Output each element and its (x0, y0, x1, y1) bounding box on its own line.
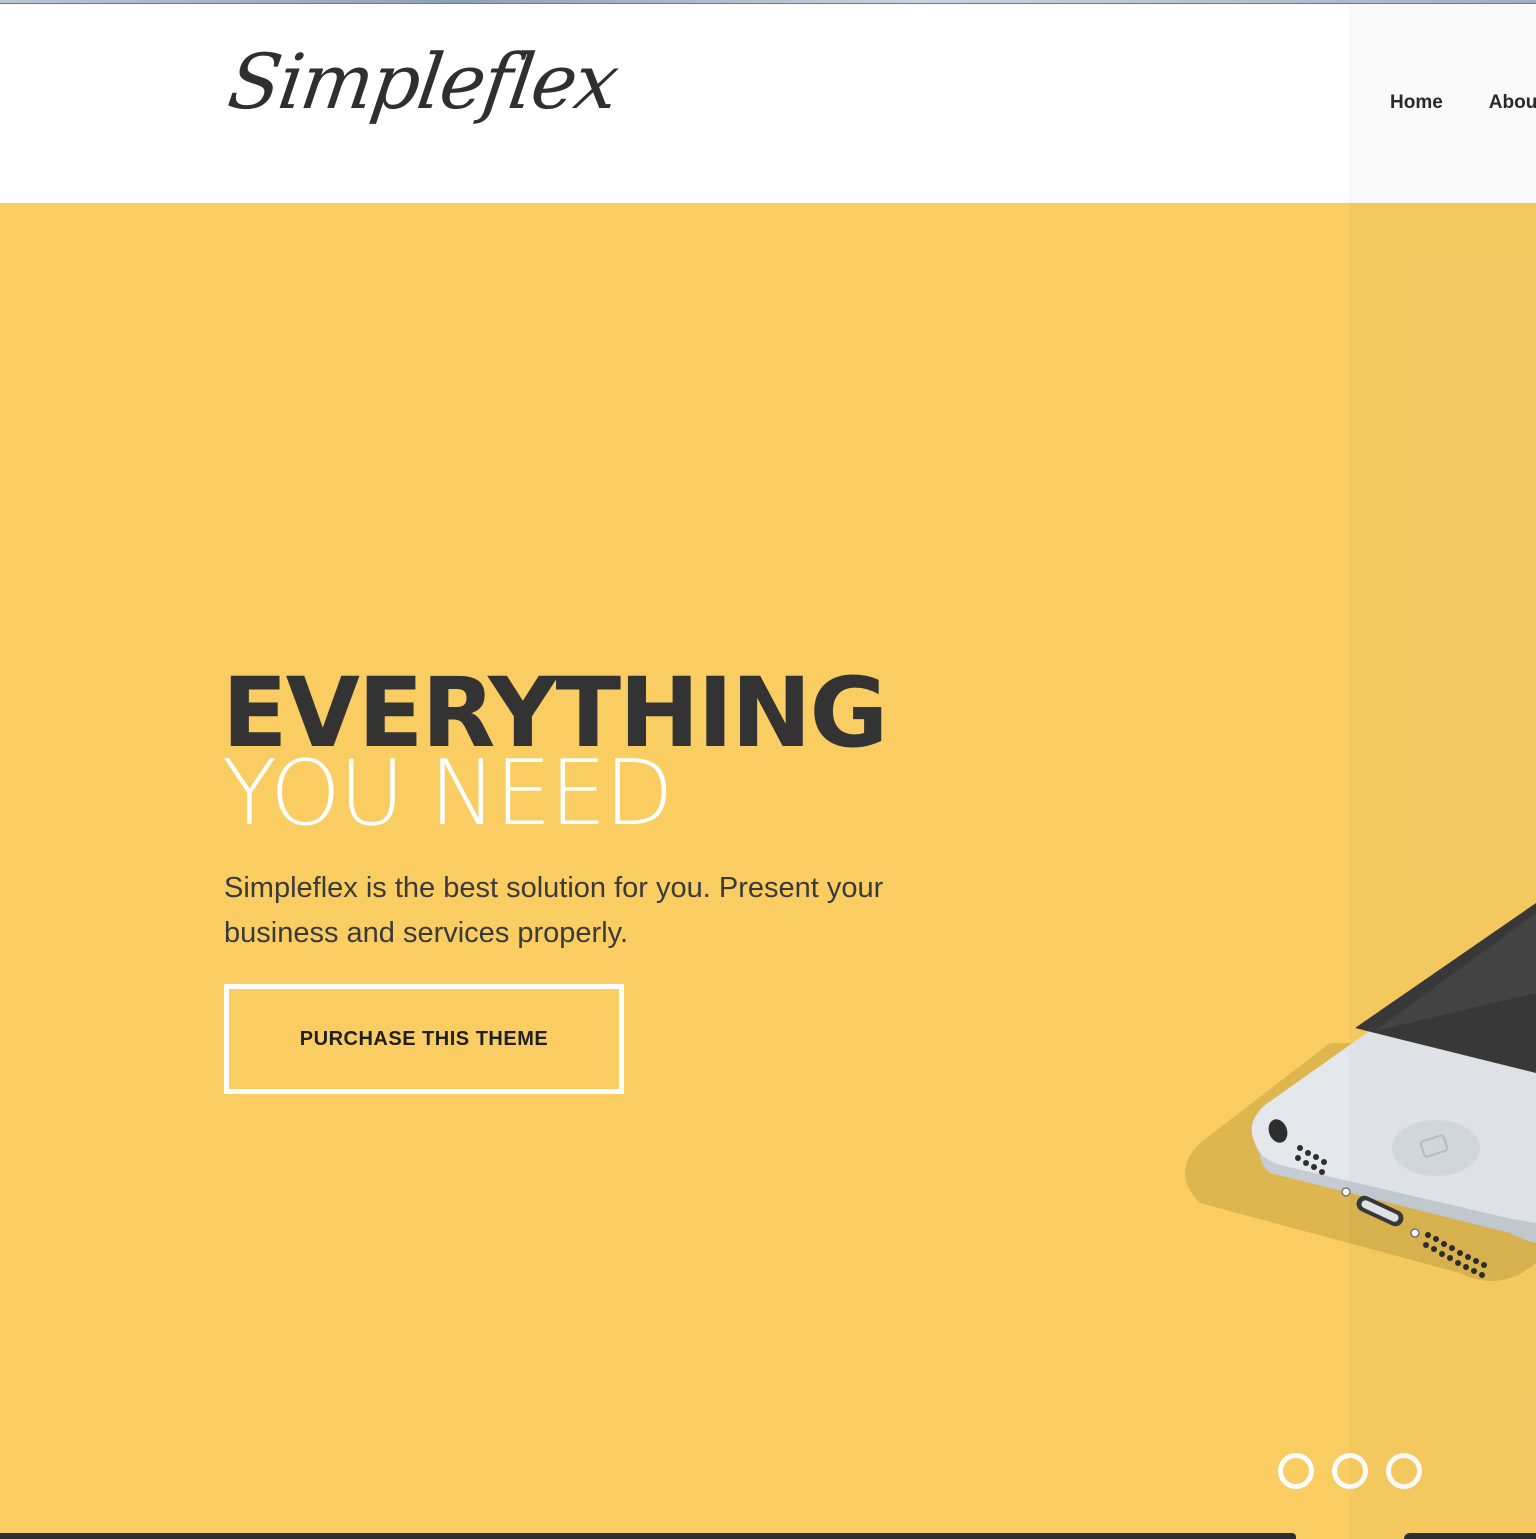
bottom-bar-left (0, 1533, 1296, 1539)
iphone-mockup-image (1185, 903, 1536, 1281)
purchase-theme-button[interactable]: PURCHASE THIS THEME (224, 984, 624, 1094)
hero-slider: EVERYTHING YOU NEED Simpleflex is the be… (0, 203, 1536, 1539)
hero-headline-light: YOU NEED (222, 741, 674, 846)
site-header: Simpleflex Home Abou (0, 4, 1536, 203)
nav-item-about[interactable]: Abou (1489, 92, 1536, 114)
slider-dots (1278, 1453, 1422, 1489)
hero-intro-text: Simpleflex is the best solution for you.… (224, 872, 884, 949)
slider-dot-icon[interactable] (1386, 1453, 1422, 1489)
slider-dot-icon[interactable] (1278, 1453, 1314, 1489)
page: Simpleflex Home Abou EVERYTHING YOU NEED… (0, 0, 1536, 1539)
nav-item-home[interactable]: Home (1390, 92, 1443, 114)
main-nav: Home Abou (1390, 92, 1536, 114)
site-logo[interactable]: Simpleflex (223, 37, 622, 126)
bottom-bar-right (1404, 1533, 1536, 1539)
slider-dot-icon[interactable] (1332, 1453, 1368, 1489)
